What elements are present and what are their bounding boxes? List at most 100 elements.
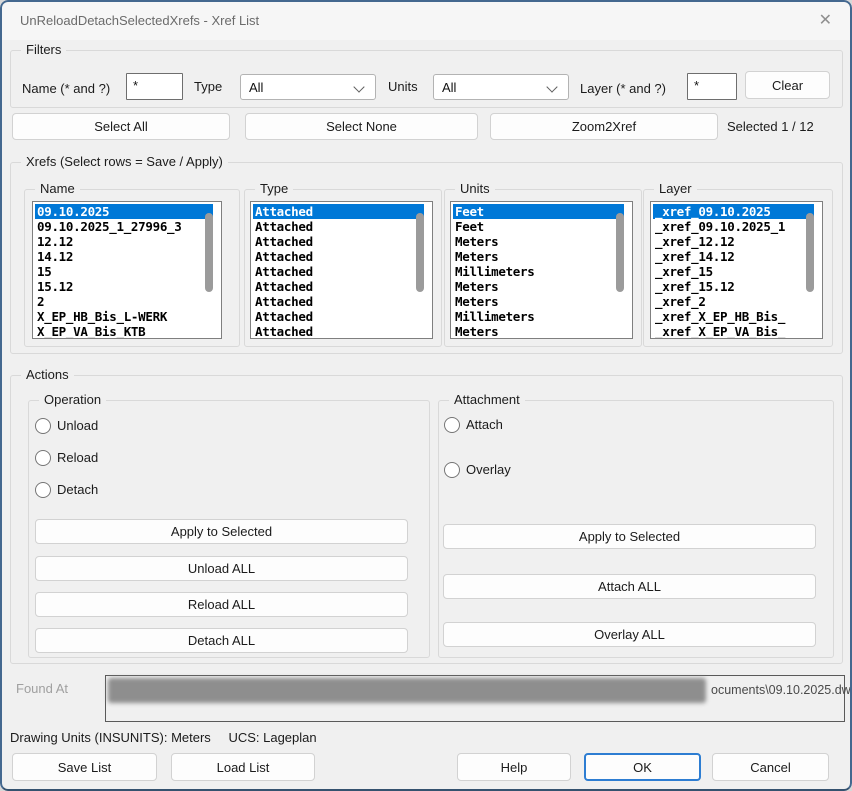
name-column-caption: Name xyxy=(35,181,80,196)
list-item[interactable]: Millimeters xyxy=(453,309,610,324)
list-item[interactable]: X_EP_HB_Bis_L-WERK xyxy=(35,309,199,324)
type-listbox[interactable]: AttachedAttachedAttachedAttachedAttached… xyxy=(250,201,433,339)
type-filter-value: All xyxy=(249,80,263,95)
save-list-button[interactable]: Save List xyxy=(12,753,157,781)
select-all-button[interactable]: Select All xyxy=(12,113,230,140)
list-item[interactable]: Millimeters xyxy=(453,264,610,279)
list-item[interactable]: 12.12 xyxy=(35,234,199,249)
reload-all-button[interactable]: Reload ALL xyxy=(35,592,408,617)
chevron-down-icon xyxy=(353,81,364,92)
layer-column-caption: Layer xyxy=(654,181,697,196)
list-item[interactable]: Attached xyxy=(253,279,410,294)
units-list-scrollbar-thumb[interactable] xyxy=(616,213,624,292)
list-item[interactable]: Attached xyxy=(253,324,410,339)
xref-list-dialog: UnReloadDetachSelectedXrefs - Xref List … xyxy=(0,0,852,791)
list-item[interactable]: _xref_14.12 xyxy=(653,249,800,264)
clear-button[interactable]: Clear xyxy=(745,71,830,99)
unload-all-button[interactable]: Unload ALL xyxy=(35,556,408,581)
list-item[interactable]: Meters xyxy=(453,234,610,249)
list-item[interactable]: _xref_15.12 xyxy=(653,279,800,294)
insunits-text: Drawing Units (INSUNITS): Meters xyxy=(10,730,211,745)
list-item[interactable]: Feet xyxy=(453,204,624,219)
name-list-scrollbar-thumb[interactable] xyxy=(205,213,213,292)
overlay-all-button[interactable]: Overlay ALL xyxy=(443,622,816,647)
detach-radio[interactable] xyxy=(35,482,51,498)
list-item[interactable]: 14.12 xyxy=(35,249,199,264)
xrefs-caption: Xrefs (Select rows = Save / Apply) xyxy=(21,154,228,169)
title-bar: UnReloadDetachSelectedXrefs - Xref List … xyxy=(2,2,850,40)
layer-filter-input[interactable]: * xyxy=(687,73,737,100)
operation-apply-selected-button[interactable]: Apply to Selected xyxy=(35,519,408,544)
ucs-text: UCS: Lageplan xyxy=(228,730,316,745)
found-at-path: ocuments\09.10.2025.dwg xyxy=(711,683,852,697)
units-filter-value: All xyxy=(442,80,456,95)
type-filter-combobox[interactable]: All xyxy=(240,74,376,100)
actions-caption: Actions xyxy=(21,367,74,382)
list-item[interactable]: Attached xyxy=(253,234,410,249)
operation-caption: Operation xyxy=(39,392,106,407)
list-item[interactable]: _xref_09.10.2025 xyxy=(653,204,814,219)
attach-radio[interactable] xyxy=(444,417,460,433)
list-item[interactable]: 15.12 xyxy=(35,279,199,294)
type-filter-label: Type xyxy=(194,79,222,94)
list-item[interactable]: _xref_X_EP_VA_Bis_ xyxy=(653,324,800,339)
found-at-label: Found At xyxy=(16,681,68,696)
list-item[interactable]: 2 xyxy=(35,294,199,309)
list-item[interactable]: _xref_15 xyxy=(653,264,800,279)
zoom2xref-button[interactable]: Zoom2Xref xyxy=(490,113,718,140)
list-item[interactable]: 15 xyxy=(35,264,199,279)
attach-all-button[interactable]: Attach ALL xyxy=(443,574,816,599)
detach-radio-label: Detach xyxy=(57,482,98,497)
name-filter-input[interactable]: * xyxy=(126,73,183,100)
list-item[interactable]: Meters xyxy=(453,249,610,264)
list-item[interactable]: 09.10.2025 xyxy=(35,204,213,219)
list-item[interactable]: _xref_X_EP_HB_Bis_ xyxy=(653,309,800,324)
reload-radio[interactable] xyxy=(35,450,51,466)
list-item[interactable]: Attached xyxy=(253,204,424,219)
list-item[interactable]: Attached xyxy=(253,249,410,264)
list-item[interactable]: Attached xyxy=(253,309,410,324)
unload-radio[interactable] xyxy=(35,418,51,434)
list-item[interactable]: Meters xyxy=(453,324,610,339)
list-item[interactable]: Attached xyxy=(253,294,410,309)
type-list-scrollbar-thumb[interactable] xyxy=(416,213,424,292)
name-listbox[interactable]: 09.10.202509.10.2025_1_27996_312.1214.12… xyxy=(32,201,222,339)
name-filter-label: Name (* and ?) xyxy=(22,81,110,96)
load-list-button[interactable]: Load List xyxy=(171,753,315,781)
list-item[interactable]: _xref_09.10.2025_1 xyxy=(653,219,800,234)
list-item[interactable]: X_EP_VA_Bis_KTB xyxy=(35,324,199,339)
chevron-down-icon xyxy=(546,81,557,92)
ok-button[interactable]: OK xyxy=(584,753,701,781)
list-item[interactable]: 09.10.2025_1_27996_3 xyxy=(35,219,199,234)
type-column-caption: Type xyxy=(255,181,293,196)
reload-radio-label: Reload xyxy=(57,450,98,465)
layer-list-scrollbar-thumb[interactable] xyxy=(806,213,814,292)
list-item[interactable]: Attached xyxy=(253,219,410,234)
cancel-button[interactable]: Cancel xyxy=(712,753,829,781)
window-title: UnReloadDetachSelectedXrefs - Xref List xyxy=(20,13,259,28)
units-filter-label: Units xyxy=(388,79,418,94)
list-item[interactable]: Meters xyxy=(453,294,610,309)
list-item[interactable]: _xref_12.12 xyxy=(653,234,800,249)
unload-radio-label: Unload xyxy=(57,418,98,433)
detach-all-button[interactable]: Detach ALL xyxy=(35,628,408,653)
close-icon[interactable]: ✕ xyxy=(819,11,832,31)
help-button[interactable]: Help xyxy=(457,753,571,781)
units-column-caption: Units xyxy=(455,181,495,196)
layer-filter-label: Layer (* and ?) xyxy=(580,81,666,96)
attachment-apply-selected-button[interactable]: Apply to Selected xyxy=(443,524,816,549)
selected-count-status: Selected 1 / 12 xyxy=(727,119,814,134)
list-item[interactable]: _xref_2 xyxy=(653,294,800,309)
overlay-radio-label: Overlay xyxy=(466,462,511,477)
layer-listbox[interactable]: _xref_09.10.2025_xref_09.10.2025_1_xref_… xyxy=(650,201,823,339)
list-item[interactable]: Attached xyxy=(253,264,410,279)
select-none-button[interactable]: Select None xyxy=(245,113,478,140)
units-listbox[interactable]: FeetFeetMetersMetersMillimetersMetersMet… xyxy=(450,201,633,339)
redacted-path-block xyxy=(108,678,706,703)
list-item[interactable]: Meters xyxy=(453,279,610,294)
units-filter-combobox[interactable]: All xyxy=(433,74,569,100)
attach-radio-label: Attach xyxy=(466,417,503,432)
filters-caption: Filters xyxy=(21,42,66,57)
overlay-radio[interactable] xyxy=(444,462,460,478)
list-item[interactable]: Feet xyxy=(453,219,610,234)
